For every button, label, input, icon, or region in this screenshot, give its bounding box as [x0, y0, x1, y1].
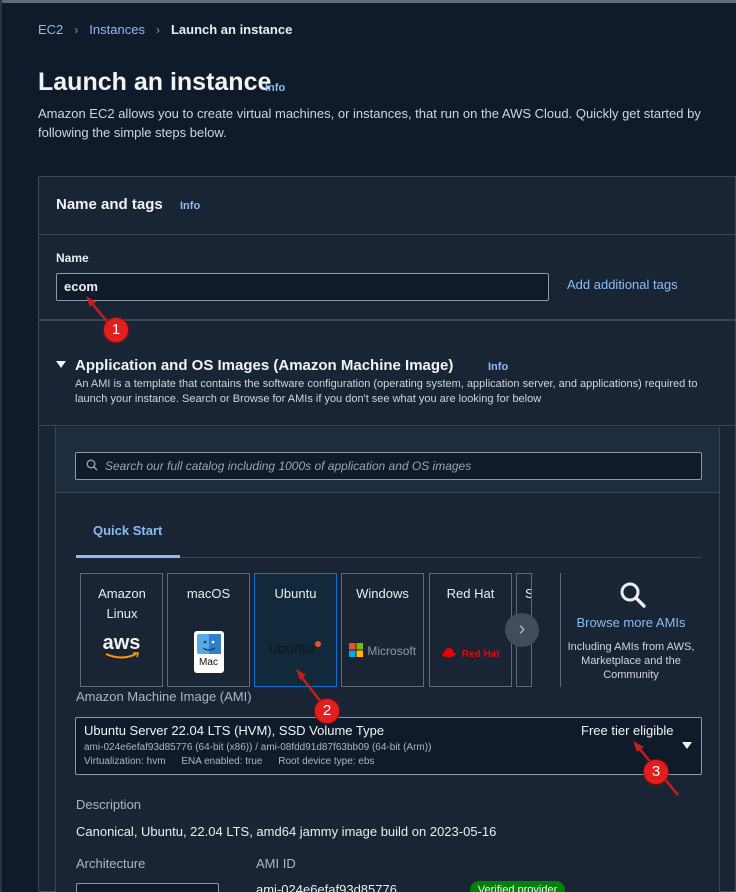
os-card-label: Ubuntu: [274, 586, 317, 601]
breadcrumb-instances[interactable]: Instances: [89, 22, 145, 37]
tab-quick-start[interactable]: Quick Start: [93, 523, 162, 538]
ami-root-device: Root device type: ebs: [278, 756, 375, 767]
add-additional-tags-link[interactable]: Add additional tags: [567, 277, 678, 292]
ami-field-label: Amazon Machine Image (AMI): [76, 689, 252, 704]
os-card-label: Windows: [356, 586, 409, 601]
name-tags-header: Name and tags Info: [38, 176, 736, 234]
ami-id-value: ami-024e6efaf93d85776: [256, 882, 397, 892]
name-tags-info-link[interactable]: Info: [180, 200, 200, 212]
annotation-marker-3: 3: [643, 759, 669, 785]
architecture-select[interactable]: [76, 883, 219, 892]
os-card-macos[interactable]: macOS Mac: [167, 573, 250, 687]
os-card-label: Amazon Linux: [98, 586, 146, 621]
page-info-link[interactable]: Info: [265, 82, 285, 94]
os-card-windows[interactable]: Windows Microsoft: [341, 573, 424, 687]
ami-description: An AMI is a template that contains the s…: [75, 378, 698, 405]
os-card-label: Red Hat: [446, 586, 495, 601]
red-hat-logo-icon: Red Hat: [430, 644, 511, 662]
name-tags-title: Name and tags: [56, 196, 163, 213]
name-tags-body: Name ecom Add additional tags: [38, 234, 736, 320]
description-value: Canonical, Ubuntu, 22.04 LTS, amd64 jamm…: [76, 824, 497, 839]
tab-active-indicator: [76, 555, 180, 558]
microsoft-logo-icon: Microsoft: [342, 642, 423, 660]
divider: [39, 425, 736, 426]
annotation-marker-2: 2: [314, 698, 340, 724]
browse-more-amis-link[interactable]: Browse more AMIs: [567, 615, 695, 630]
ami-section: Application and OS Images (Amazon Machin…: [38, 320, 736, 892]
search-icon: [86, 459, 98, 471]
divider: [560, 573, 561, 687]
ami-name: Ubuntu Server 22.04 LTS (HVM), SSD Volum…: [84, 723, 385, 738]
os-card-label: S: [525, 584, 531, 604]
free-tier-eligible: Free tier eligible: [581, 723, 674, 738]
ami-catalog: Search our full catalog including 1000s …: [55, 427, 720, 892]
carousel-next-button[interactable]: ›: [505, 613, 539, 647]
ubuntu-logo-icon: ubuntu: [255, 640, 336, 658]
description-label: Description: [76, 797, 142, 812]
ami-search-input[interactable]: Search our full catalog including 1000s …: [75, 452, 702, 480]
ami-ids: ami-024e6efaf93d85776 (64-bit (x86)) / a…: [84, 742, 432, 753]
architecture-label: Architecture: [76, 856, 146, 871]
aws-logo-icon: aws: [81, 632, 162, 660]
ami-select[interactable]: Ubuntu Server 22.04 LTS (HVM), SSD Volum…: [75, 717, 702, 775]
breadcrumb-current: Launch an instance: [170, 22, 293, 37]
search-placeholder: Search our full catalog including 1000s …: [105, 459, 472, 473]
ami-meta: Virtualization: hvm ENA enabled: true Ro…: [84, 756, 387, 767]
os-card-ubuntu[interactable]: Ubuntu ubuntu: [254, 573, 337, 687]
ami-info-link[interactable]: Info: [488, 361, 508, 373]
mac-logo-icon: Mac: [168, 631, 249, 673]
chevron-right-icon: ›: [518, 618, 526, 640]
os-card-red-hat[interactable]: Red Hat Red Hat: [429, 573, 512, 687]
name-input[interactable]: ecom: [56, 273, 549, 301]
page-description: Amazon EC2 allows you to create virtual …: [38, 106, 701, 140]
chevron-right-icon: ›: [74, 22, 79, 37]
tab-divider: [180, 557, 702, 558]
ami-id-label: AMI ID: [256, 856, 296, 871]
ami-section-title[interactable]: Application and OS Images (Amazon Machin…: [75, 357, 453, 374]
ami-virtualization: Virtualization: hvm: [84, 756, 166, 767]
os-card-amazon-linux[interactable]: Amazon Linux aws: [80, 573, 163, 687]
page-title: Launch an instance: [38, 68, 272, 96]
caret-down-icon[interactable]: [56, 361, 66, 368]
os-card-label: macOS: [186, 586, 231, 601]
verified-provider-badge: Verified provider: [470, 881, 565, 892]
name-label: Name: [56, 251, 89, 265]
chevron-right-icon: ›: [155, 22, 160, 37]
catalog-header: Search our full catalog including 1000s …: [56, 427, 719, 493]
browse-more-amis-description: Including AMIs from AWS, Marketplace and…: [567, 641, 695, 681]
ami-ena: ENA enabled: true: [181, 756, 263, 767]
window-top-border: [0, 0, 736, 3]
breadcrumb: EC2 › Instances › Launch an instance: [38, 22, 292, 37]
breadcrumb-ec2[interactable]: EC2: [38, 22, 63, 37]
search-icon[interactable]: [619, 581, 647, 609]
annotation-marker-1: 1: [103, 317, 129, 343]
caret-down-icon: [682, 742, 692, 749]
window-left-border: [0, 0, 2, 892]
